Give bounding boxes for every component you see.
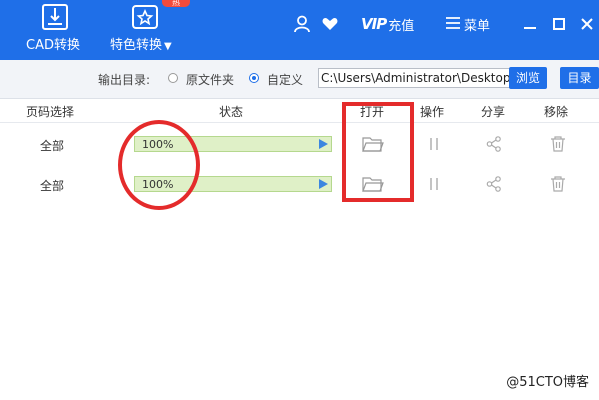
cad-convert-label: CAD转换	[26, 38, 80, 53]
share-icon[interactable]	[486, 176, 502, 195]
watermark: @51CTO博客	[506, 375, 589, 390]
header-divider	[0, 122, 599, 123]
header-remove: 移除	[544, 105, 569, 119]
annotation-rectangle	[342, 102, 414, 202]
vip-label: VIP	[361, 15, 387, 33]
special-convert-label: 特色转换 ▼	[110, 38, 172, 53]
radio-original-folder-label[interactable]: 原文件夹	[186, 71, 234, 88]
directory-button[interactable]: 目录	[560, 67, 599, 89]
pause-icon[interactable]	[428, 137, 440, 154]
header-operation: 操作	[420, 105, 445, 119]
page-selection-cell[interactable]: 全部	[40, 137, 64, 154]
header-page-selection: 页码选择	[26, 105, 75, 119]
radio-original-folder[interactable]	[168, 73, 178, 83]
recharge-label: 充值	[388, 18, 415, 34]
cad-convert-icon	[40, 2, 70, 35]
user-icon[interactable]	[294, 14, 310, 34]
hamburger-icon	[446, 16, 460, 32]
menu-label: 菜单	[464, 18, 491, 34]
radio-custom-label[interactable]: 自定义	[267, 71, 303, 88]
vip-recharge-button[interactable]: VIP 充值	[361, 14, 414, 34]
header-share: 分享	[481, 105, 506, 119]
minimize-icon[interactable]	[520, 14, 540, 34]
special-convert-tool[interactable]: 特色转换 ▼	[108, 0, 186, 60]
play-icon[interactable]	[319, 139, 328, 149]
share-icon[interactable]	[486, 136, 502, 155]
chevron-down-icon: ▼	[164, 41, 172, 52]
pause-icon[interactable]	[428, 177, 440, 194]
output-path-input[interactable]	[318, 68, 512, 88]
close-icon[interactable]	[577, 14, 597, 34]
header-status: 状态	[219, 105, 244, 119]
heart-icon[interactable]	[322, 14, 338, 34]
trash-icon[interactable]	[549, 135, 567, 156]
radio-custom[interactable]	[249, 73, 259, 83]
cad-convert-tool[interactable]: CAD转换	[22, 0, 92, 60]
browse-button[interactable]: 浏览	[509, 67, 547, 89]
page-selection-cell[interactable]: 全部	[40, 177, 64, 194]
special-convert-icon	[130, 2, 160, 35]
menu-button[interactable]: 菜单	[446, 14, 490, 34]
hot-badge: 热	[162, 0, 190, 7]
maximize-icon[interactable]	[549, 14, 569, 34]
play-icon[interactable]	[319, 179, 328, 189]
trash-icon[interactable]	[549, 175, 567, 196]
top-toolbar: CAD转换 特色转换 ▼ 热 VIP 充值 菜单	[0, 0, 599, 60]
output-dir-label: 输出目录:	[98, 73, 151, 87]
annotation-ellipse	[118, 120, 200, 210]
